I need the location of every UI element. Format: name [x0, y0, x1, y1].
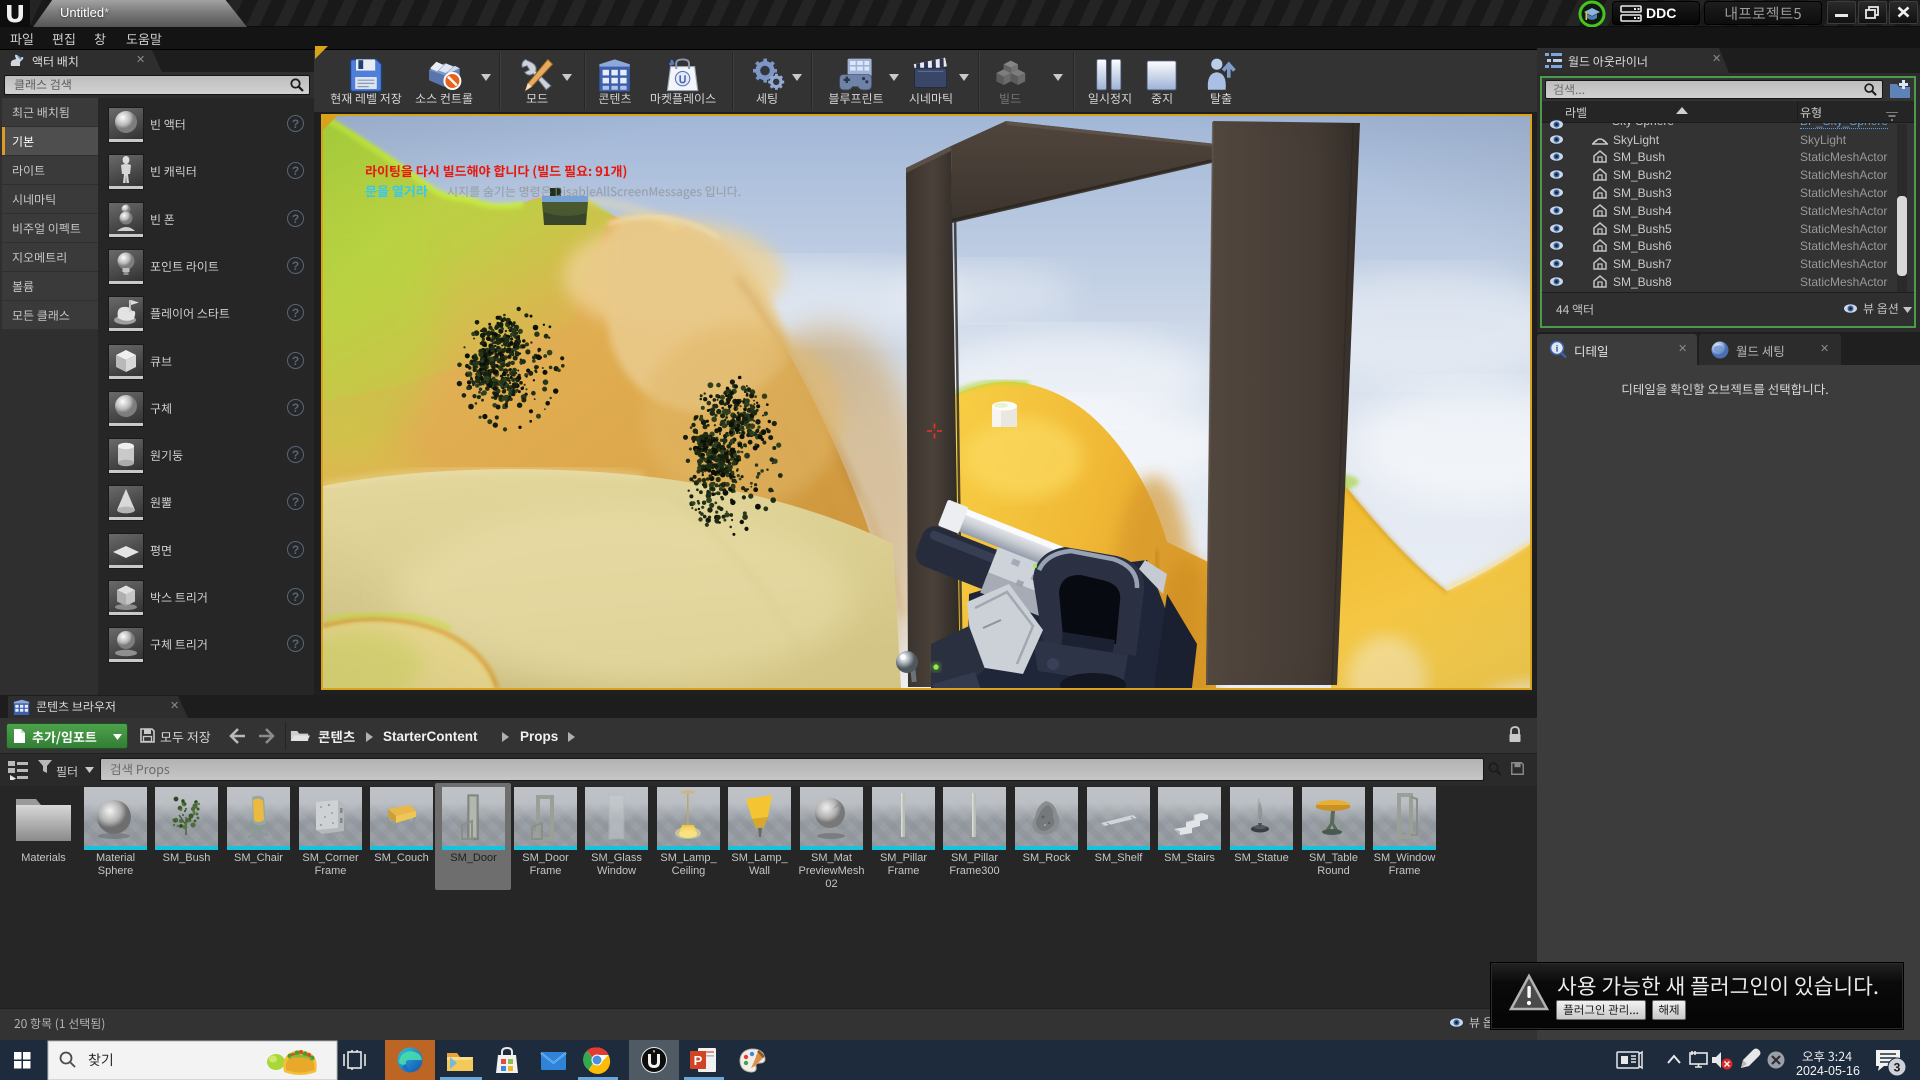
svg-text:3: 3 — [1894, 1061, 1901, 1075]
svg-text:P: P — [694, 1053, 703, 1068]
